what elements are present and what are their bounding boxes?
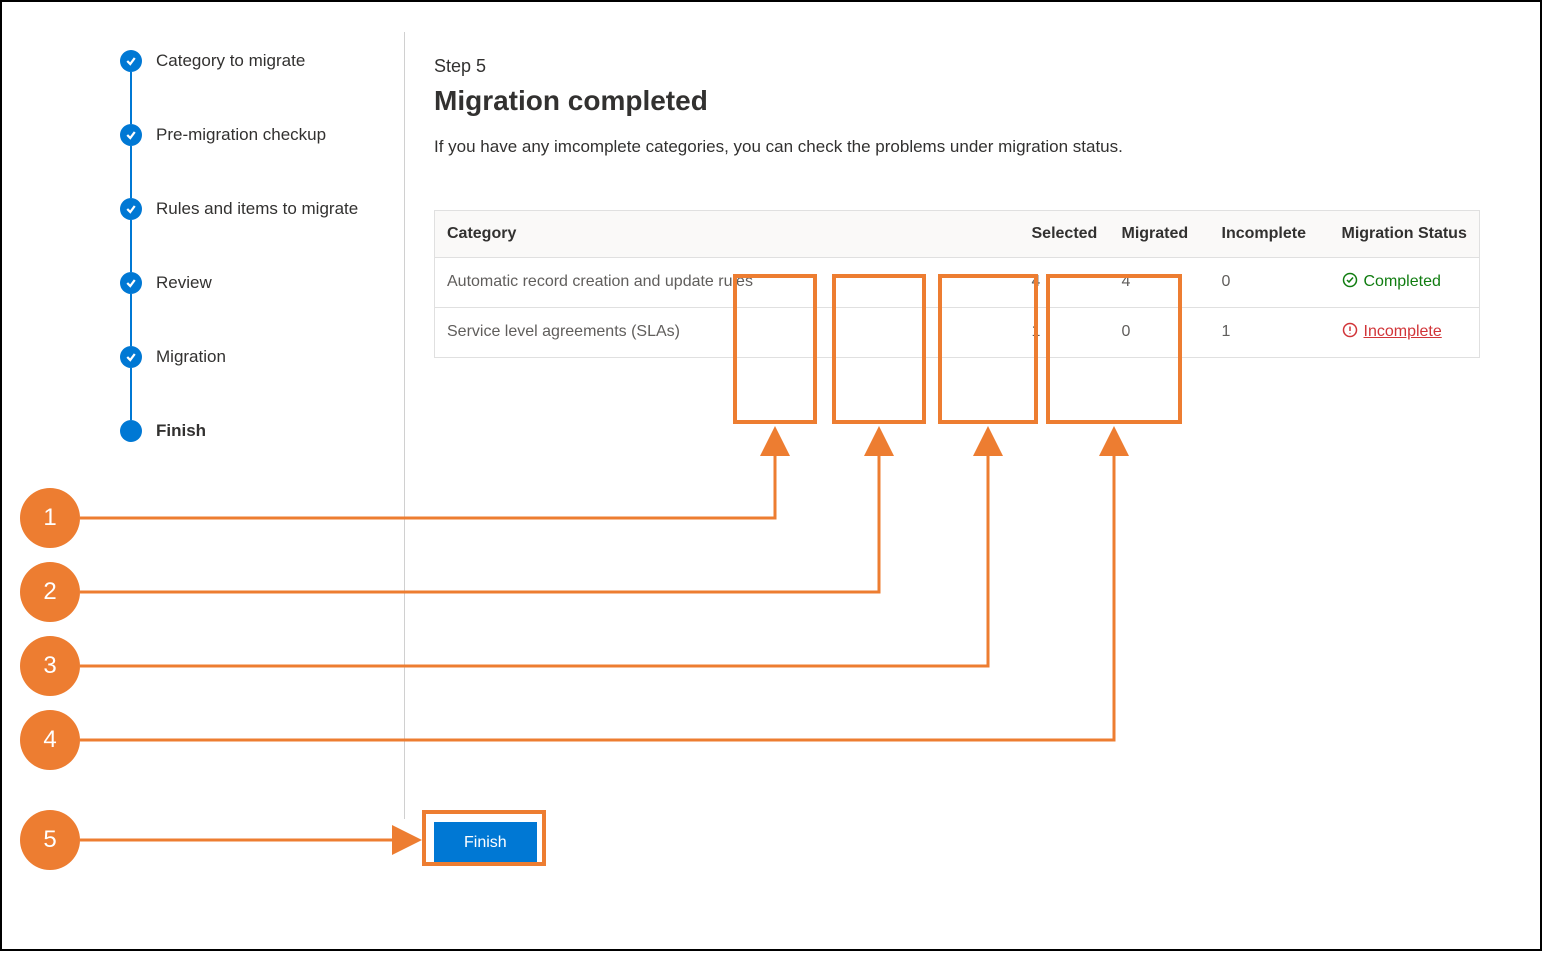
step-finish[interactable]: Finish [120,420,358,442]
status-label: Completed [1364,273,1441,291]
step-pre-migration-checkup[interactable]: Pre-migration checkup [120,124,358,146]
callout-1: 1 [20,488,80,548]
page-title: Migration completed [434,85,1480,117]
check-icon [120,124,142,146]
cell-incomplete: 0 [1210,257,1330,307]
step-rules-and-items[interactable]: Rules and items to migrate [120,198,358,220]
step-migration[interactable]: Migration [120,346,358,368]
current-step-dot [120,420,142,442]
col-status: Migration Status [1330,210,1480,257]
success-icon [1342,272,1358,293]
cell-incomplete: 1 [1210,307,1330,357]
step-label: Category to migrate [156,51,305,71]
callout-3: 3 [20,636,80,696]
cell-selected: 1 [1020,307,1110,357]
check-icon [120,346,142,368]
step-number: Step 5 [434,56,1480,77]
cell-selected: 4 [1020,257,1110,307]
cell-category: Automatic record creation and update rul… [435,257,1020,307]
cell-status: Incomplete [1330,307,1480,357]
callout-5: 5 [20,810,80,870]
col-category: Category [435,210,1020,257]
check-icon [120,272,142,294]
finish-button[interactable]: Finish [434,822,537,864]
cell-migrated: 0 [1110,307,1210,357]
page-description: If you have any imcomplete categories, y… [434,135,1154,160]
step-label: Migration [156,347,226,367]
step-label: Review [156,273,212,293]
callout-4: 4 [20,710,80,770]
check-icon [120,50,142,72]
step-review[interactable]: Review [120,272,358,294]
step-category-to-migrate[interactable]: Category to migrate [120,50,358,72]
table-row: Service level agreements (SLAs) 1 0 1 In… [435,307,1480,357]
col-incomplete: Incomplete [1210,210,1330,257]
migration-results-table: Category Selected Migrated Incomplete Mi… [434,210,1480,358]
table-row: Automatic record creation and update rul… [435,257,1480,307]
step-label: Finish [156,421,206,441]
col-selected: Selected [1020,210,1110,257]
error-icon [1342,322,1358,343]
step-label: Rules and items to migrate [156,199,358,219]
step-label: Pre-migration checkup [156,125,326,145]
status-link-incomplete[interactable]: Incomplete [1364,323,1442,341]
wizard-stepper: Category to migrate Pre-migration checku… [120,50,358,442]
cell-migrated: 4 [1110,257,1210,307]
col-migrated: Migrated [1110,210,1210,257]
check-icon [120,198,142,220]
callout-2: 2 [20,562,80,622]
cell-status: Completed [1330,257,1480,307]
cell-category: Service level agreements (SLAs) [435,307,1020,357]
